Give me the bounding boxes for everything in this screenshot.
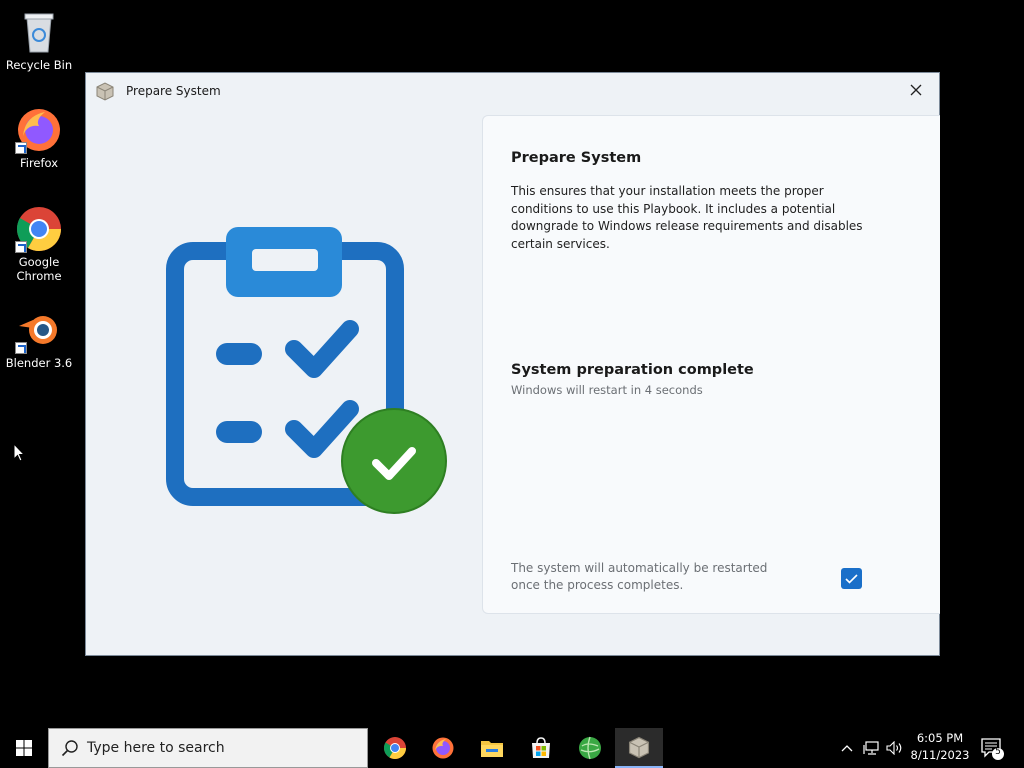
windows-logo-icon bbox=[16, 740, 32, 756]
taskbar-file-explorer[interactable] bbox=[468, 728, 516, 768]
prepare-system-window: Prepare System Prepare System This ensur… bbox=[85, 72, 940, 656]
desktop-icon-label: Google Chrome bbox=[16, 255, 62, 283]
chevron-up-icon bbox=[841, 745, 853, 752]
taskbar-microsoft-store[interactable] bbox=[517, 728, 565, 768]
firefox-icon bbox=[15, 106, 63, 154]
checklist-illustration-icon bbox=[166, 227, 447, 514]
file-explorer-icon bbox=[481, 741, 503, 757]
taskbar-chrome[interactable] bbox=[371, 728, 419, 768]
auto-restart-checkbox[interactable] bbox=[841, 568, 862, 589]
search-icon bbox=[61, 740, 78, 757]
microsoft-store-icon bbox=[532, 737, 550, 758]
taskbar: Type here to search 6:05 PM 8/11/2023 5 bbox=[0, 728, 1024, 768]
desktop-icon-chrome[interactable]: Google Chrome bbox=[0, 205, 78, 283]
close-icon bbox=[910, 84, 922, 96]
start-button[interactable] bbox=[0, 728, 48, 768]
network-icon bbox=[863, 741, 879, 755]
shortcut-arrow-icon bbox=[15, 342, 27, 354]
desktop-icon-recycle-bin[interactable]: Recycle Bin bbox=[0, 8, 78, 72]
show-hidden-icons-button[interactable] bbox=[838, 728, 856, 768]
desktop-icon-label: Blender 3.6 bbox=[5, 356, 73, 370]
volume-button[interactable] bbox=[884, 728, 904, 768]
clock-date: 8/11/2023 bbox=[910, 748, 970, 762]
desktop-icon-label: Recycle Bin bbox=[5, 58, 73, 72]
window-titlebar[interactable]: Prepare System bbox=[86, 73, 939, 109]
status-subtitle: Windows will restart in 4 seconds bbox=[511, 383, 703, 397]
globe-app-icon bbox=[579, 736, 601, 760]
status-title: System preparation complete bbox=[511, 362, 754, 378]
network-button[interactable] bbox=[861, 728, 881, 768]
notification-count-badge: 5 bbox=[995, 747, 1001, 757]
clock-time: 6:05 PM bbox=[916, 731, 964, 745]
firefox-icon bbox=[432, 737, 454, 759]
desktop-icon-firefox[interactable]: Firefox bbox=[0, 106, 78, 170]
taskbar-prepare-system[interactable] bbox=[615, 728, 663, 768]
content-panel: Prepare System This ensures that your in… bbox=[482, 115, 940, 614]
action-center-button[interactable]: 5 bbox=[980, 736, 1004, 760]
panel-description: This ensures that your installation meet… bbox=[511, 184, 863, 251]
auto-restart-note: The system will automatically be restart… bbox=[511, 561, 768, 592]
mouse-cursor-icon bbox=[13, 443, 26, 462]
close-button[interactable] bbox=[905, 79, 927, 101]
taskbar-globe-app[interactable] bbox=[566, 728, 614, 768]
prepare-system-icon bbox=[628, 736, 650, 759]
chrome-icon bbox=[15, 205, 63, 253]
taskbar-search-box[interactable]: Type here to search bbox=[48, 728, 368, 768]
chrome-icon bbox=[383, 737, 406, 759]
panel-heading: Prepare System bbox=[511, 150, 642, 166]
taskbar-firefox[interactable] bbox=[419, 728, 467, 768]
search-placeholder: Type here to search bbox=[87, 740, 225, 756]
shortcut-arrow-icon bbox=[15, 241, 27, 253]
app-box-icon bbox=[96, 82, 114, 101]
checkmark-icon bbox=[845, 573, 858, 584]
recycle-bin-icon bbox=[15, 8, 63, 56]
blender-icon bbox=[15, 306, 63, 354]
speaker-icon bbox=[885, 741, 901, 755]
desktop-icon-blender[interactable]: Blender 3.6 bbox=[0, 306, 78, 370]
window-title: Prepare System bbox=[126, 84, 221, 98]
shortcut-arrow-icon bbox=[15, 142, 27, 154]
desktop-icon-label: Firefox bbox=[19, 156, 59, 170]
taskbar-clock[interactable]: 6:05 PM 8/11/2023 bbox=[908, 730, 972, 764]
